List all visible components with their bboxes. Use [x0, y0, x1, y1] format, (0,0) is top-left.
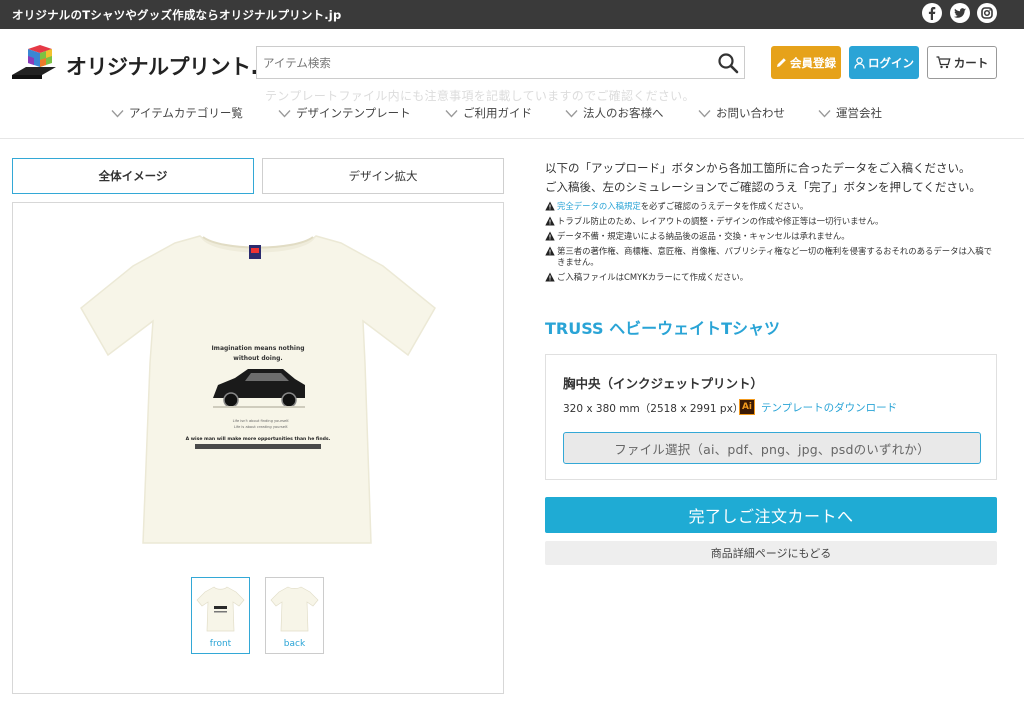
twitter-icon[interactable] [950, 3, 970, 23]
warning-icon [545, 246, 555, 256]
chevron-down-icon [565, 109, 578, 117]
logo-cube-icon [12, 45, 56, 79]
complete-order-button[interactable]: 完了しご注文カートへ [545, 497, 997, 533]
submission-rules-link[interactable]: 完全データの入稿規定 [557, 201, 641, 211]
thumb-back-label: back [283, 639, 306, 649]
warning-icon [545, 201, 555, 211]
warning-icon [545, 231, 555, 241]
design-bottom-line: A wise man will make more opportunities … [186, 436, 331, 442]
design-small-1: Life isn't about finding yourself. [233, 419, 290, 423]
logo-text: オリジナルプリント.jp [66, 55, 280, 79]
notice-item: 完全データの入稿規定を必ずご確認のうえデータを作成ください。 [545, 201, 1000, 212]
back-to-product-button[interactable]: 商品詳細ページにもどる [545, 541, 997, 565]
chevron-down-icon [278, 109, 291, 117]
thumb-back[interactable]: back [265, 577, 324, 654]
chevron-down-icon [818, 109, 831, 117]
tshirt-front-image: Imagination means nothing without doing.… [80, 235, 436, 544]
print-location-title: 胸中央（インクジェットプリント） [563, 376, 764, 391]
thumb-front-label: front [209, 639, 232, 649]
design-headline-1: Imagination means nothing [211, 345, 304, 352]
cart-icon [936, 56, 951, 69]
warning-icon [545, 272, 555, 282]
search-icon[interactable] [717, 52, 739, 74]
tab-overall-image[interactable]: 全体イメージ [12, 158, 254, 194]
design-small-2: Life is about creating yourself. [234, 425, 288, 429]
search-input[interactable] [257, 47, 707, 78]
illustrator-icon: Ai [739, 399, 755, 415]
warning-icon [545, 216, 555, 226]
user-icon [854, 56, 865, 69]
main-nav: アイテムカテゴリー覧 デザインテンプレート ご利用ガイド 法人のお客様へ お問い… [0, 105, 1024, 127]
notice-item: トラブル防止のため、レイアウトの調整・デザインの作成や修正等は一切行いません。 [545, 216, 1000, 227]
cart-button[interactable]: カート [927, 46, 997, 79]
notice-item: ご入稿ファイルはCMYKカラーにて作成ください。 [545, 272, 1000, 283]
chevron-down-icon [698, 109, 711, 117]
top-bar: オリジナルのTシャツやグッズ作成ならオリジナルプリント.jp [0, 0, 1024, 29]
nav-item-templates[interactable]: デザインテンプレート [278, 105, 411, 121]
print-location-box: 胸中央（インクジェットプリント） 320 x 380 mm（2518 x 299… [545, 354, 997, 480]
design-bottom-bar [195, 444, 321, 449]
thumb-front[interactable]: front [191, 577, 250, 654]
notice-list: 完全データの入稿規定を必ずご確認のうえデータを作成ください。 トラブル防止のため… [545, 201, 1000, 287]
nav-item-corporate[interactable]: 法人のお客様へ [565, 105, 664, 121]
instagram-icon[interactable] [977, 3, 997, 23]
tshirt-front-thumb-icon [196, 586, 245, 632]
notice-item: 第三者の著作権、商標権、意匠権、肖像権、パブリシティ権など一切の権利を侵害するお… [545, 246, 1000, 268]
file-select-button[interactable]: ファイル選択（ai、pdf、png、jpg、psdのいずれか） [563, 432, 981, 464]
chevron-down-icon [445, 109, 458, 117]
shirt-preview: Imagination means nothing without doing.… [12, 202, 504, 694]
nav-item-contact[interactable]: お問い合わせ [698, 105, 785, 121]
ghost-notice-text: テンプレートファイル内にも注意事項を記載していますのでご確認ください。 [265, 89, 695, 103]
nav-item-categories[interactable]: アイテムカテゴリー覧 [111, 105, 243, 121]
site-logo[interactable]: オリジナルプリント.jp [12, 45, 280, 85]
site-header: オリジナルプリント.jp テンプレートファイル内にも注意事項を記載していますので… [0, 29, 1024, 139]
nav-item-guide[interactable]: ご利用ガイド [445, 105, 532, 121]
tab-design-zoom[interactable]: デザイン拡大 [262, 158, 504, 194]
nav-item-company[interactable]: 運営会社 [818, 105, 882, 121]
login-button[interactable]: ログイン [849, 46, 919, 79]
facebook-icon[interactable] [922, 3, 942, 23]
tshirt-back-thumb-icon [270, 586, 319, 632]
print-size: 320 x 380 mm（2518 x 2991 px） [563, 403, 744, 415]
upload-instructions: 以下の「アップロード」ボタンから各加工箇所に合ったデータをご入稿ください。 ご入… [545, 161, 981, 194]
template-download-link[interactable]: テンプレートのダウンロード [761, 400, 897, 415]
register-button[interactable]: 会員登録 [771, 46, 841, 79]
notice-item: データ不備・規定違いによる納品後の返品・交換・キャンセルは承れません。 [545, 231, 1000, 242]
product-title: TRUSS ヘビーウェイトTシャツ [545, 319, 781, 338]
design-headline-2: without doing. [233, 355, 282, 362]
search-box[interactable] [256, 46, 745, 79]
chevron-down-icon [111, 109, 124, 117]
pencil-icon [777, 58, 786, 67]
site-tagline: オリジナルのTシャツやグッズ作成ならオリジナルプリント.jp [12, 8, 342, 22]
